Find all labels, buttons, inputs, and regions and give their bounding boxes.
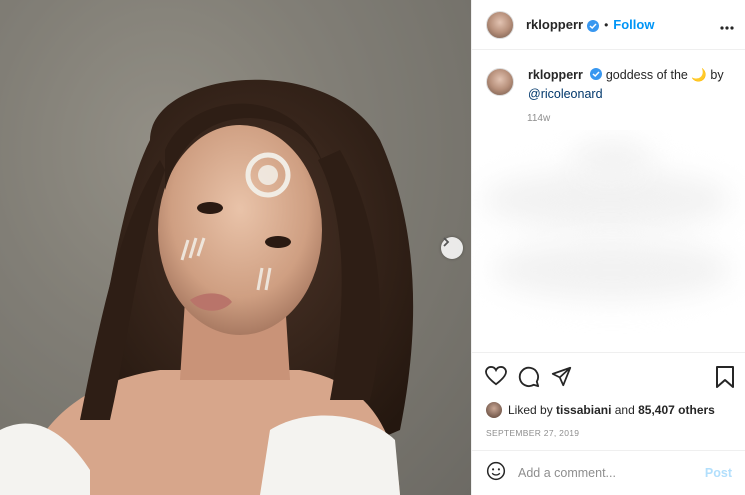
comments-area — [472, 130, 745, 352]
action-bar — [472, 352, 745, 402]
caption-username[interactable]: rklopperr — [528, 68, 583, 82]
post-header: rklopperr • Follow — [472, 0, 745, 50]
follow-button[interactable]: Follow — [613, 17, 654, 32]
comment-input[interactable] — [518, 466, 688, 480]
caption-mention[interactable]: @ricoleonard — [528, 87, 603, 101]
post-age: 114w — [527, 113, 551, 124]
post-side-panel: rklopperr • Follow rklopperr goddess of … — [471, 0, 745, 495]
author-username[interactable]: rklopperr — [526, 17, 583, 32]
chevron-right-icon — [443, 237, 450, 247]
portrait-image — [0, 0, 471, 495]
liked-by-user[interactable]: tissabiani — [556, 403, 611, 417]
caption-body: goddess of the 🌙 by — [605, 68, 724, 82]
liked-by-prefix: Liked by — [508, 403, 553, 417]
verified-badge-icon — [587, 19, 600, 32]
bookmark-icon[interactable] — [716, 366, 734, 393]
comment-icon[interactable] — [518, 366, 540, 393]
separator-dot: • — [604, 17, 609, 32]
verified-badge-icon — [590, 68, 603, 80]
post-comment-button[interactable]: Post — [705, 466, 732, 480]
likes-summary: Liked by tissabiani and 85,407 others — [486, 402, 715, 418]
heart-icon[interactable] — [485, 365, 507, 391]
paper-plane-icon[interactable] — [551, 366, 572, 392]
emoji-icon[interactable] — [486, 461, 506, 486]
post-photo[interactable] — [0, 0, 471, 495]
next-photo-button[interactable] — [441, 237, 463, 259]
liker-avatar[interactable] — [486, 402, 502, 418]
liked-by-and: and — [614, 403, 635, 417]
post-caption: rklopperr goddess of the 🌙 by @ricoleona… — [486, 66, 736, 104]
post-date: SEPTEMBER 27, 2019 — [486, 428, 580, 438]
author-avatar[interactable] — [486, 10, 514, 39]
likes-count[interactable]: 85,407 others — [638, 403, 715, 417]
caption-avatar[interactable] — [486, 68, 514, 96]
comment-bar: Post — [472, 450, 745, 495]
more-options-icon[interactable] — [720, 17, 734, 35]
caption-text: rklopperr goddess of the 🌙 by @ricoleona… — [528, 66, 724, 104]
